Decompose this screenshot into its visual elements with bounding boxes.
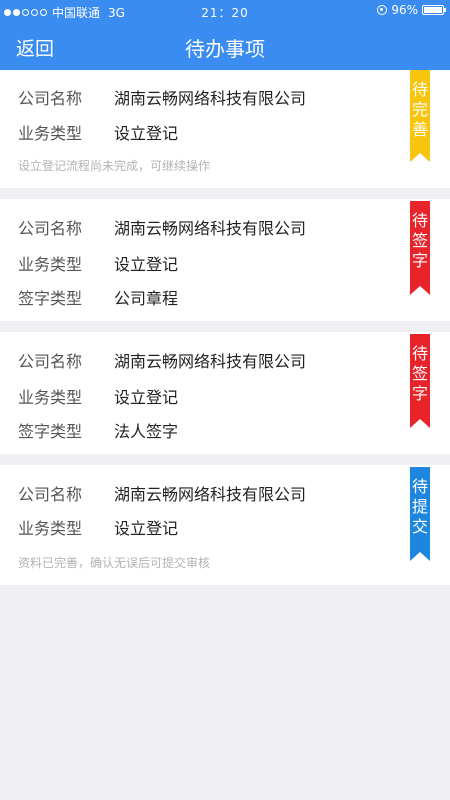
todo-card[interactable]: 公司名称 湖南云畅网络科技有限公司 业务类型 设立登记 签字类型 公司章程 待 签 字 <box>0 199 450 321</box>
business-type-row: 业务类型 设立登记 <box>18 120 178 144</box>
badge-char: 待 <box>411 80 428 99</box>
status-ribbon-badge: 待 签 字 <box>410 334 430 428</box>
todo-card[interactable]: 公司名称 湖南云畅网络科技有限公司 业务类型 设立登记 资料已完善，确认无误后可提交… <box>0 465 450 585</box>
business-type-row: 业务类型 设立登记 <box>18 384 178 408</box>
status-ribbon-badge: 待 提 交 <box>410 467 430 561</box>
badge-char: 待 <box>411 211 428 230</box>
field-label: 签字类型 <box>18 289 83 308</box>
field-value: 湖南云畅网络科技有限公司 <box>114 219 307 238</box>
company-name-row: 公司名称 湖南云畅网络科技有限公司 <box>18 85 306 109</box>
field-label: 公司名称 <box>18 89 83 108</box>
badge-char: 交 <box>411 517 428 536</box>
field-label: 业务类型 <box>18 255 83 274</box>
business-type-row: 业务类型 设立登记 <box>18 515 178 539</box>
badge-char: 字 <box>411 384 428 403</box>
card-note: 设立登记流程尚未完成，可继续操作 <box>18 159 211 173</box>
card-note: 资料已完善，确认无误后可提交审核 <box>18 556 211 570</box>
status-bar: 中国联通 3G 21：20 96% <box>0 0 450 22</box>
field-label: 业务类型 <box>18 519 83 538</box>
badge-char: 签 <box>411 364 428 383</box>
badge-char: 提 <box>411 497 428 516</box>
field-value: 设立登记 <box>114 255 179 274</box>
header-bar: 中国联通 3G 21：20 96% 返回 待办事项 <box>0 0 450 70</box>
company-name-row: 公司名称 湖南云畅网络科技有限公司 <box>18 348 306 372</box>
field-value: 公司章程 <box>114 289 179 308</box>
status-ribbon-badge: 待 签 字 <box>410 201 430 295</box>
status-ribbon-badge: 待 完 善 <box>410 70 430 162</box>
field-value: 湖南云畅网络科技有限公司 <box>114 352 307 371</box>
sign-type-row: 签字类型 法人签字 <box>18 418 178 442</box>
page-title: 待办事项 <box>185 37 265 61</box>
todo-card[interactable]: 公司名称 湖南云畅网络科技有限公司 业务类型 设立登记 签字类型 法人签字 待 签 字 <box>0 332 450 454</box>
field-label: 业务类型 <box>18 124 83 143</box>
battery-icon <box>422 5 446 15</box>
field-label: 公司名称 <box>18 219 83 238</box>
badge-char: 善 <box>411 120 428 139</box>
badge-char: 待 <box>411 477 428 496</box>
field-value: 法人签字 <box>114 422 179 441</box>
todo-card[interactable]: 公司名称 湖南云畅网络科技有限公司 业务类型 设立登记 设立登记流程尚未完成，可继续… <box>0 70 450 188</box>
field-value: 湖南云畅网络科技有限公司 <box>114 485 307 504</box>
field-label: 业务类型 <box>18 388 83 407</box>
badge-char: 完 <box>411 100 428 119</box>
battery-status: 96% <box>377 3 446 17</box>
badge-char: 字 <box>411 251 428 270</box>
badge-char: 待 <box>411 344 428 363</box>
field-value: 设立登记 <box>114 124 179 143</box>
sign-type-row: 签字类型 公司章程 <box>18 285 178 309</box>
company-name-row: 公司名称 湖南云畅网络科技有限公司 <box>18 481 306 505</box>
battery-percent: 96% <box>391 3 418 17</box>
badge-char: 签 <box>411 231 428 250</box>
business-type-row: 业务类型 设立登记 <box>18 251 178 275</box>
field-value: 湖南云畅网络科技有限公司 <box>114 89 307 108</box>
field-label: 公司名称 <box>18 485 83 504</box>
field-label: 公司名称 <box>18 352 83 371</box>
field-label: 签字类型 <box>18 422 83 441</box>
company-name-row: 公司名称 湖南云畅网络科技有限公司 <box>18 215 306 239</box>
orientation-lock-icon <box>377 5 388 15</box>
field-value: 设立登记 <box>114 519 179 538</box>
field-value: 设立登记 <box>114 388 179 407</box>
